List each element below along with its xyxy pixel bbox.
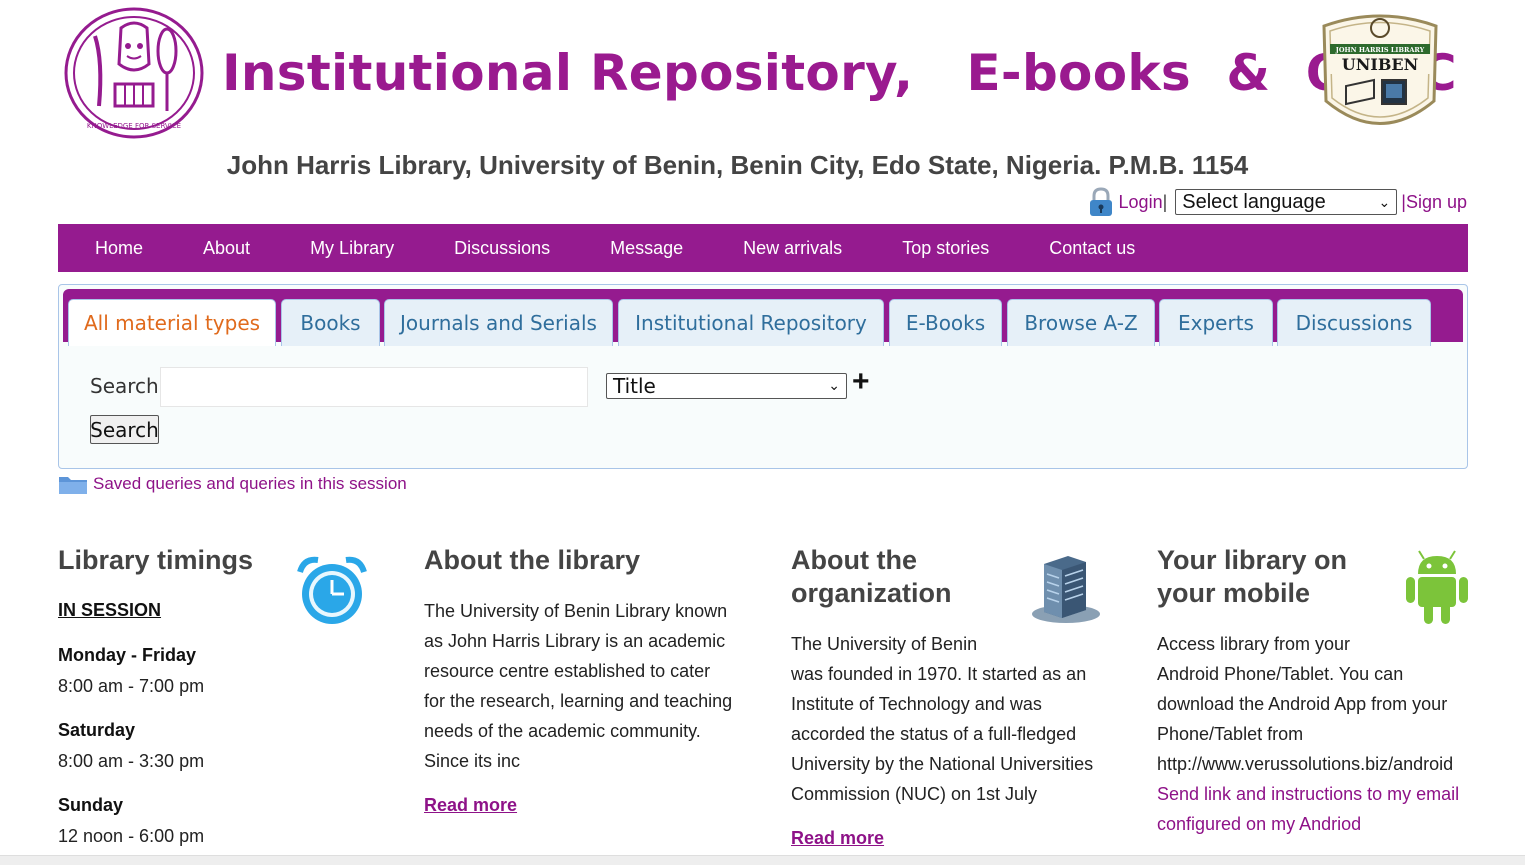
about-org-text: The University of Benin was founded in 1… — [791, 629, 1121, 809]
text-line: download the Android App from your — [1157, 694, 1448, 714]
userbar-separator: | — [1162, 191, 1168, 212]
mobile-title-line2: your mobile — [1157, 578, 1311, 608]
seal-motto: KNOWLEDGE FOR SERVICE — [87, 122, 181, 130]
about-org-title-line1: About the — [791, 545, 917, 575]
main-nav: Home About My Library Discussions Messag… — [58, 224, 1468, 272]
material-tabs: All material types Books Journals and Se… — [63, 289, 1463, 346]
building-icon — [1028, 552, 1102, 626]
add-search-row-button[interactable]: + — [852, 366, 870, 398]
logo-uniben: UNIBEN — [1342, 55, 1418, 74]
nav-about[interactable]: About — [203, 238, 250, 259]
search-field-value: Title — [613, 374, 656, 398]
timing-day: Saturday — [58, 720, 136, 740]
text-line: Android Phone/Tablet. You can — [1157, 664, 1404, 684]
nav-new-arrivals[interactable]: New arrivals — [743, 238, 842, 259]
about-library-title: About the library — [424, 545, 641, 575]
about-org-read-more-link[interactable]: Read more — [791, 828, 884, 849]
tab-browse-a-z[interactable]: Browse A-Z — [1007, 299, 1155, 346]
tab-institutional-repository[interactable]: Institutional Repository — [618, 299, 884, 346]
nav-home[interactable]: Home — [95, 238, 143, 259]
language-select[interactable]: Select language ⌄ — [1175, 189, 1398, 215]
signup-link[interactable]: |Sign up — [1401, 192, 1467, 213]
tab-all-material-types[interactable]: All material types — [68, 299, 276, 346]
saved-queries-text: Saved queries and queries in this sessio… — [93, 474, 407, 493]
banner-title: Institutional Repository, E-books & OPAC — [222, 44, 1457, 102]
search-label: Search — [90, 374, 159, 398]
text-line: The University of Benin Library known — [424, 601, 728, 621]
folder-icon — [58, 473, 88, 495]
text-line: as John Harris Library is an academic — [424, 631, 726, 651]
timings-title: Library timings — [58, 545, 254, 575]
page-bottom-edge — [0, 855, 1525, 865]
about-org-title-line2: organization — [791, 578, 952, 608]
timing-day: Monday - Friday — [58, 645, 197, 665]
chevron-down-icon: ⌄ — [828, 378, 840, 394]
mobile-text: Access library from your Android Phone/T… — [1157, 629, 1487, 839]
timing-hours: 8:00 am - 3:30 pm — [58, 751, 205, 771]
about-library-read-more-link[interactable]: Read more — [424, 795, 517, 816]
chevron-down-icon: ⌄ — [1378, 194, 1391, 210]
text-line: Institute of Technology and was — [791, 694, 1042, 714]
nav-contact-us[interactable]: Contact us — [1049, 238, 1135, 259]
send-link-email-link[interactable]: Send link and instructions to my email c… — [1157, 779, 1487, 839]
nav-my-library[interactable]: My Library — [310, 238, 394, 259]
library-address: John Harris Library, University of Benin… — [226, 150, 1249, 180]
session-heading: IN SESSION — [58, 600, 162, 620]
uniben-library-logo: JOHN HARRIS LIBRARY UNIBEN — [1316, 6, 1444, 146]
text-line: for the research, learning and teaching — [424, 691, 733, 711]
text-line: accorded the status of a full-fledged — [791, 724, 1077, 744]
text-line: was founded in 1970. It started as an — [791, 664, 1087, 684]
tab-discussions[interactable]: Discussions — [1277, 299, 1431, 346]
text-line: Phone/Tablet from — [1157, 724, 1304, 744]
nav-discussions[interactable]: Discussions — [454, 238, 550, 259]
search-button[interactable]: Search — [90, 415, 159, 444]
android-url: http://www.verussolutions.biz/android — [1157, 754, 1454, 774]
login-link[interactable]: Login — [1119, 192, 1163, 213]
timing-day: Sunday — [58, 795, 124, 815]
link-line: Send link and instructions to my email — [1157, 784, 1460, 804]
android-icon — [1404, 550, 1470, 626]
tab-books[interactable]: Books — [281, 299, 380, 346]
search-field-select[interactable]: Title ⌄ — [606, 373, 847, 399]
user-bar: Login | Select language ⌄ |Sign up — [1087, 186, 1467, 218]
text-line: The University of Benin — [791, 634, 978, 654]
tab-journals-and-serials[interactable]: Journals and Serials — [384, 299, 613, 346]
text-line: University by the National Universities — [791, 754, 1094, 774]
text-line: Access library from your — [1157, 634, 1351, 654]
saved-queries-link[interactable]: Saved queries and queries in this sessio… — [58, 473, 407, 495]
alarm-clock-icon — [294, 552, 370, 628]
link-line: configured on my Andriod — [1157, 814, 1362, 834]
text-line: Commission (NUC) on 1st July — [791, 784, 1038, 804]
university-seal-logo: KNOWLEDGE FOR SERVICE — [63, 6, 205, 140]
text-line: resource centre established to cater — [424, 661, 711, 681]
tab-e-books[interactable]: E-Books — [889, 299, 1002, 346]
timing-hours: 8:00 am - 7:00 pm — [58, 676, 205, 696]
nav-message[interactable]: Message — [610, 238, 683, 259]
nav-top-stories[interactable]: Top stories — [902, 238, 989, 259]
tab-experts[interactable]: Experts — [1159, 299, 1273, 346]
timing-hours: 12 noon - 6:00 pm — [58, 826, 205, 846]
mobile-title-line1: Your library on — [1157, 545, 1348, 575]
lock-icon — [1087, 187, 1115, 217]
text-line: Since its inc — [424, 751, 521, 771]
about-library-text: The University of Benin Library known as… — [424, 596, 754, 776]
language-select-value: Select language — [1182, 191, 1326, 213]
search-input[interactable] — [160, 367, 588, 407]
text-line: needs of the academic community. — [424, 721, 701, 741]
logo-library-name: JOHN HARRIS LIBRARY — [1335, 46, 1425, 54]
